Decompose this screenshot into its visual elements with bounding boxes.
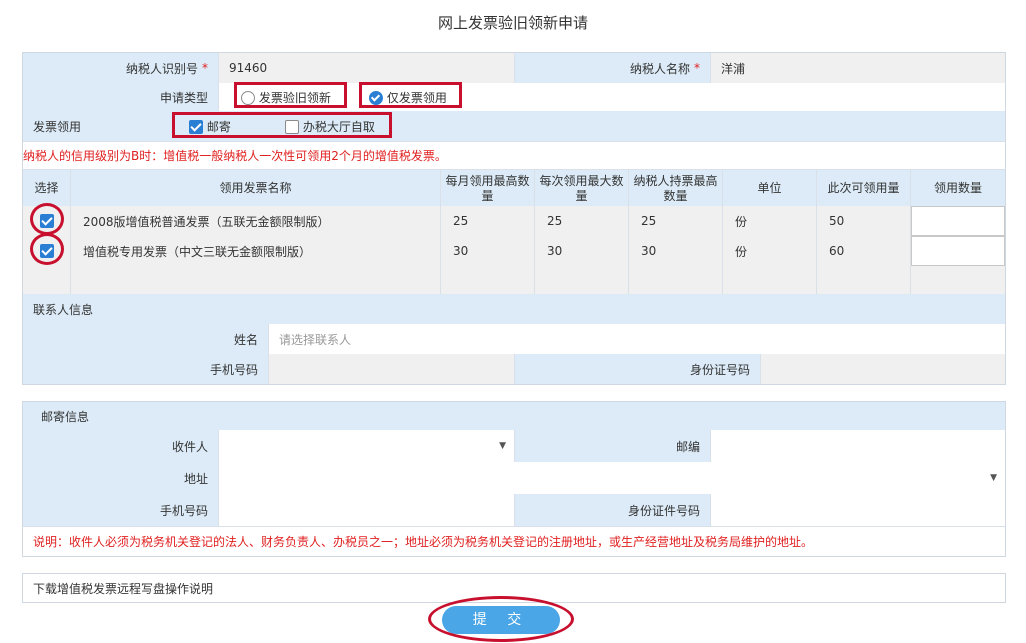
mail-address-row: 地址 ▼	[23, 462, 1005, 495]
address-select[interactable]: ▼	[219, 462, 1005, 494]
download-guide-link[interactable]: 下载增值税发票远程写盘操作说明	[33, 580, 213, 597]
invoice-receive-label: 发票领用 邮寄 办税大厅自取	[23, 111, 1005, 141]
col-hold-max-line1: 纳税人持票最高	[633, 173, 718, 188]
col-monthly-max-line2: 量	[481, 188, 494, 203]
empty-cell	[23, 266, 71, 294]
credit-notice-row: 纳税人的信用级别为B时：增值税一般纳税人一次性可领用2个月的增值税发票。	[23, 141, 1005, 169]
row-available: 50	[817, 206, 911, 236]
empty-cell	[71, 266, 441, 294]
row-invoice-name: 增值税专用发票（中文三联无金额限制版）	[71, 236, 441, 266]
credit-notice: 纳税人的信用级别为B时：增值税一般纳税人一次性可领用2个月的增值税发票。	[23, 148, 447, 163]
col-unit: 单位	[723, 170, 817, 207]
taxpayer-row: 纳税人识别号 * 91460 纳税人名称 * 洋浦	[23, 53, 1005, 84]
empty-cell	[535, 266, 629, 294]
empty-cell	[911, 266, 1005, 294]
col-hold-max-line2: 数量	[663, 188, 688, 203]
empty-cell	[723, 266, 817, 294]
taxpayer-id-label-text: 纳税人识别号	[125, 61, 198, 76]
mail-section-label: 邮寄信息	[23, 402, 1005, 430]
empty-cell	[629, 266, 723, 294]
row-monthly-max: 25	[441, 206, 535, 236]
col-per-max-line2: 量	[575, 188, 588, 203]
row-per-max: 25	[535, 206, 629, 236]
receiver-label: 收件人	[23, 430, 219, 462]
annotation-highlight	[30, 233, 64, 265]
row-available: 60	[817, 236, 911, 266]
row-monthly-max: 30	[441, 236, 535, 266]
col-monthly-max-line1: 每月领用最高数	[445, 173, 530, 188]
mail-receiver-row: 收件人 ▼ 邮编	[23, 430, 1005, 463]
annotation-highlight	[428, 596, 574, 642]
col-available: 此次可领用量	[817, 170, 911, 207]
contact-phone-value	[269, 354, 515, 384]
mail-id-input[interactable]	[711, 494, 1005, 526]
taxpayer-id-label: 纳税人识别号 *	[23, 53, 219, 83]
mail-id-label: 身份证件号码	[515, 494, 711, 526]
table-row: 2008版增值税普通发票（五联无金额限制版） 25 25 25 份 50	[23, 206, 1005, 237]
row-unit: 份	[723, 206, 817, 236]
taxpayer-name-value: 洋浦	[711, 53, 1005, 83]
apply-type-row: 申请类型 发票验旧领新 仅发票领用	[23, 83, 1005, 112]
contact-name-input[interactable]: 请选择联系人	[269, 324, 1005, 354]
apply-type-label: 申请类型	[23, 83, 219, 111]
taxpayer-name-label-text: 纳税人名称	[629, 61, 690, 76]
contact-name-row: 姓名 请选择联系人	[23, 324, 1005, 355]
contact-id-value	[761, 354, 1005, 384]
contact-phone-row: 手机号码 身份证号码	[23, 354, 1005, 384]
postcode-input[interactable]	[711, 430, 1005, 462]
invoice-table-header: 选择 领用发票名称 每月领用最高数 量 每次领用最大数 量 纳税人持票最高 数量…	[23, 169, 1005, 208]
mail-form: 邮寄信息 收件人 ▼ 邮编 地址 ▼ 手机号码 身份证件号码 说明：收件人必须为…	[22, 401, 1006, 557]
contact-name-label: 姓名	[23, 324, 269, 354]
row-per-max: 30	[535, 236, 629, 266]
contact-section-label: 联系人信息	[23, 294, 1005, 324]
invoice-receive-label-text: 发票领用	[33, 119, 82, 134]
empty-cell	[441, 266, 535, 294]
address-label: 地址	[23, 462, 219, 494]
page-title: 网上发票验旧领新申请	[437, 14, 588, 32]
taxpayer-id-value: 91460	[219, 53, 515, 83]
chevron-down-icon[interactable]: ▼	[990, 473, 997, 483]
annotation-highlight	[359, 82, 462, 108]
table-row: 增值税专用发票（中文三联无金额限制版） 30 30 30 份 60	[23, 236, 1005, 267]
postcode-label: 邮编	[515, 430, 711, 462]
row-invoice-name: 2008版增值税普通发票（五联无金额限制版）	[71, 206, 441, 236]
row-qty-input[interactable]	[911, 236, 1005, 266]
table-row-empty	[23, 266, 1005, 295]
empty-cell	[817, 266, 911, 294]
contact-phone-label: 手机号码	[23, 354, 269, 384]
contact-section-row: 联系人信息	[23, 294, 1005, 325]
col-qty: 领用数量	[911, 170, 1005, 207]
row-hold-max: 30	[629, 236, 723, 266]
row-qty-input[interactable]	[911, 206, 1005, 236]
col-select: 选择	[23, 170, 71, 207]
annotation-highlight	[30, 203, 64, 235]
mail-note-row: 说明：收件人必须为税务机关登记的法人、财务负责人、办税员之一；地址必须为税务机关…	[23, 526, 1005, 556]
col-per-max: 每次领用最大数 量	[535, 170, 629, 207]
taxpayer-name-label: 纳税人名称 *	[515, 53, 711, 83]
col-monthly-max: 每月领用最高数 量	[441, 170, 535, 207]
mail-phone-input[interactable]	[219, 494, 515, 526]
main-form: 纳税人识别号 * 91460 纳税人名称 * 洋浦 申请类型 发票验旧领新 仅发票领…	[22, 52, 1006, 385]
annotation-highlight	[172, 112, 392, 138]
mail-note: 说明：收件人必须为税务机关登记的法人、财务负责人、办税员之一；地址必须为税务机关…	[33, 534, 814, 549]
annotation-highlight	[234, 82, 347, 108]
contact-id-label: 身份证号码	[515, 354, 761, 384]
mail-phone-row: 手机号码 身份证件号码	[23, 494, 1005, 527]
col-hold-max: 纳税人持票最高 数量	[629, 170, 723, 207]
col-invoice-name: 领用发票名称	[71, 170, 441, 207]
mail-section-row: 邮寄信息	[23, 402, 1005, 431]
chevron-down-icon[interactable]: ▼	[499, 441, 506, 451]
col-per-max-line1: 每次领用最大数	[539, 173, 624, 188]
required-mark: *	[202, 61, 208, 75]
row-unit: 份	[723, 236, 817, 266]
receiver-select[interactable]: ▼	[219, 430, 515, 462]
invoice-receive-row: 发票领用 邮寄 办税大厅自取	[23, 111, 1005, 142]
required-mark: *	[694, 61, 700, 75]
row-hold-max: 25	[629, 206, 723, 236]
mail-phone-label: 手机号码	[23, 494, 219, 526]
